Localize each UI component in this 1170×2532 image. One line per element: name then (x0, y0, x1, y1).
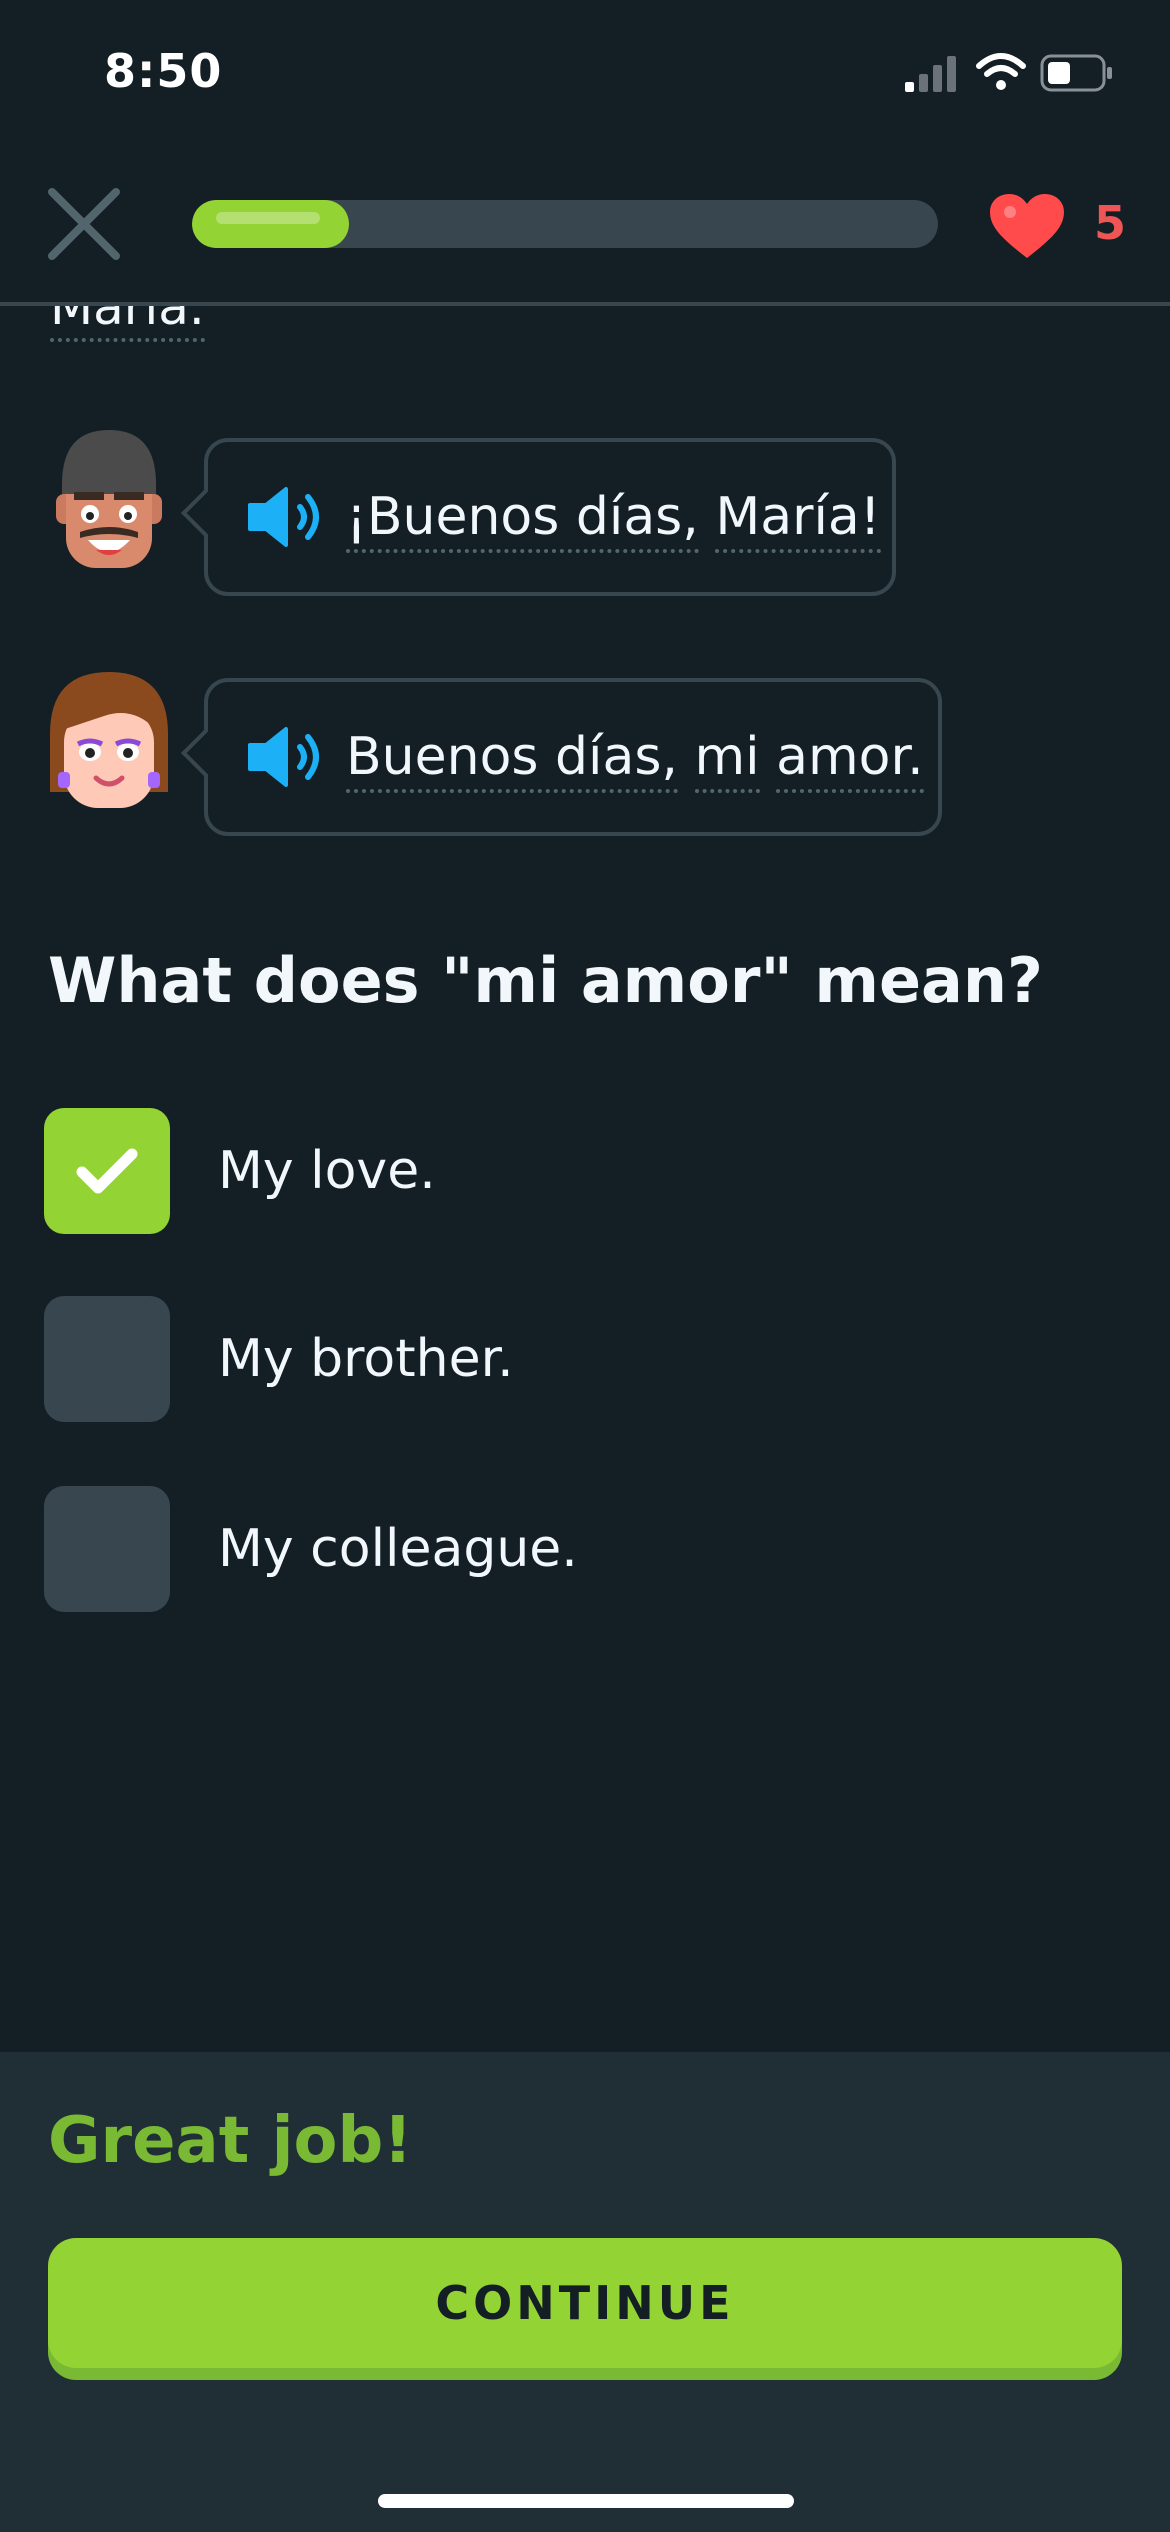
hearts-count: 5 (1094, 196, 1127, 250)
checkbox[interactable] (44, 1296, 170, 1422)
man-avatar (56, 430, 162, 568)
progress-shine (216, 212, 321, 224)
dialogue-bubble-2: Buenos días, mi amor. (180, 678, 942, 836)
woman-avatar (50, 672, 168, 808)
dialogue-line-1: ¡Buenos días, María! (346, 487, 881, 553)
dialogue-line-2: Buenos días, mi amor. (346, 727, 924, 793)
scrolled-dialogue-fragment: María. (0, 306, 1170, 352)
checkbox[interactable] (44, 1486, 170, 1612)
option-label: My love. (218, 1141, 436, 1201)
answer-option-2[interactable]: My brother. (44, 1296, 1124, 1422)
dialogue-word[interactable]: ¡Buenos días, (346, 487, 699, 553)
option-label: My colleague. (218, 1519, 578, 1579)
battery-icon (1040, 54, 1112, 92)
feedback-title: Great job! (48, 2104, 413, 2178)
dialogue-bubble-1: ¡Buenos días, María! (180, 438, 896, 596)
dialogue-word[interactable]: María! (715, 487, 881, 553)
answer-option-1[interactable]: My love. (44, 1108, 1124, 1234)
progress-fill (192, 200, 349, 248)
lesson-progress-bar (192, 200, 938, 248)
home-indicator[interactable] (378, 2494, 794, 2508)
status-time: 8:50 (104, 44, 223, 98)
speaker-icon[interactable] (246, 485, 324, 549)
cellular-signal-icon (905, 56, 956, 92)
dialogue-word[interactable]: amor. (776, 727, 924, 793)
answer-option-3[interactable]: My colleague. (44, 1486, 1124, 1612)
bubble-tail (180, 728, 230, 778)
wifi-icon (976, 53, 1026, 90)
heart-icon (990, 194, 1064, 258)
question-prompt: What does "mi amor" mean? (48, 944, 1043, 1017)
continue-button-label: CONTINUE (435, 2276, 735, 2330)
option-label: My brother. (218, 1329, 514, 1389)
dialogue-word[interactable]: Buenos días, (346, 727, 678, 793)
bubble-tail (180, 488, 230, 538)
checkbox-checked[interactable] (44, 1108, 170, 1234)
close-icon[interactable] (46, 186, 122, 262)
continue-button[interactable]: CONTINUE (48, 2238, 1122, 2368)
dialogue-word[interactable]: María. (50, 306, 205, 342)
checkmark-icon (76, 1148, 138, 1194)
dialogue-word[interactable]: mi (694, 727, 760, 793)
speaker-icon[interactable] (246, 725, 324, 789)
